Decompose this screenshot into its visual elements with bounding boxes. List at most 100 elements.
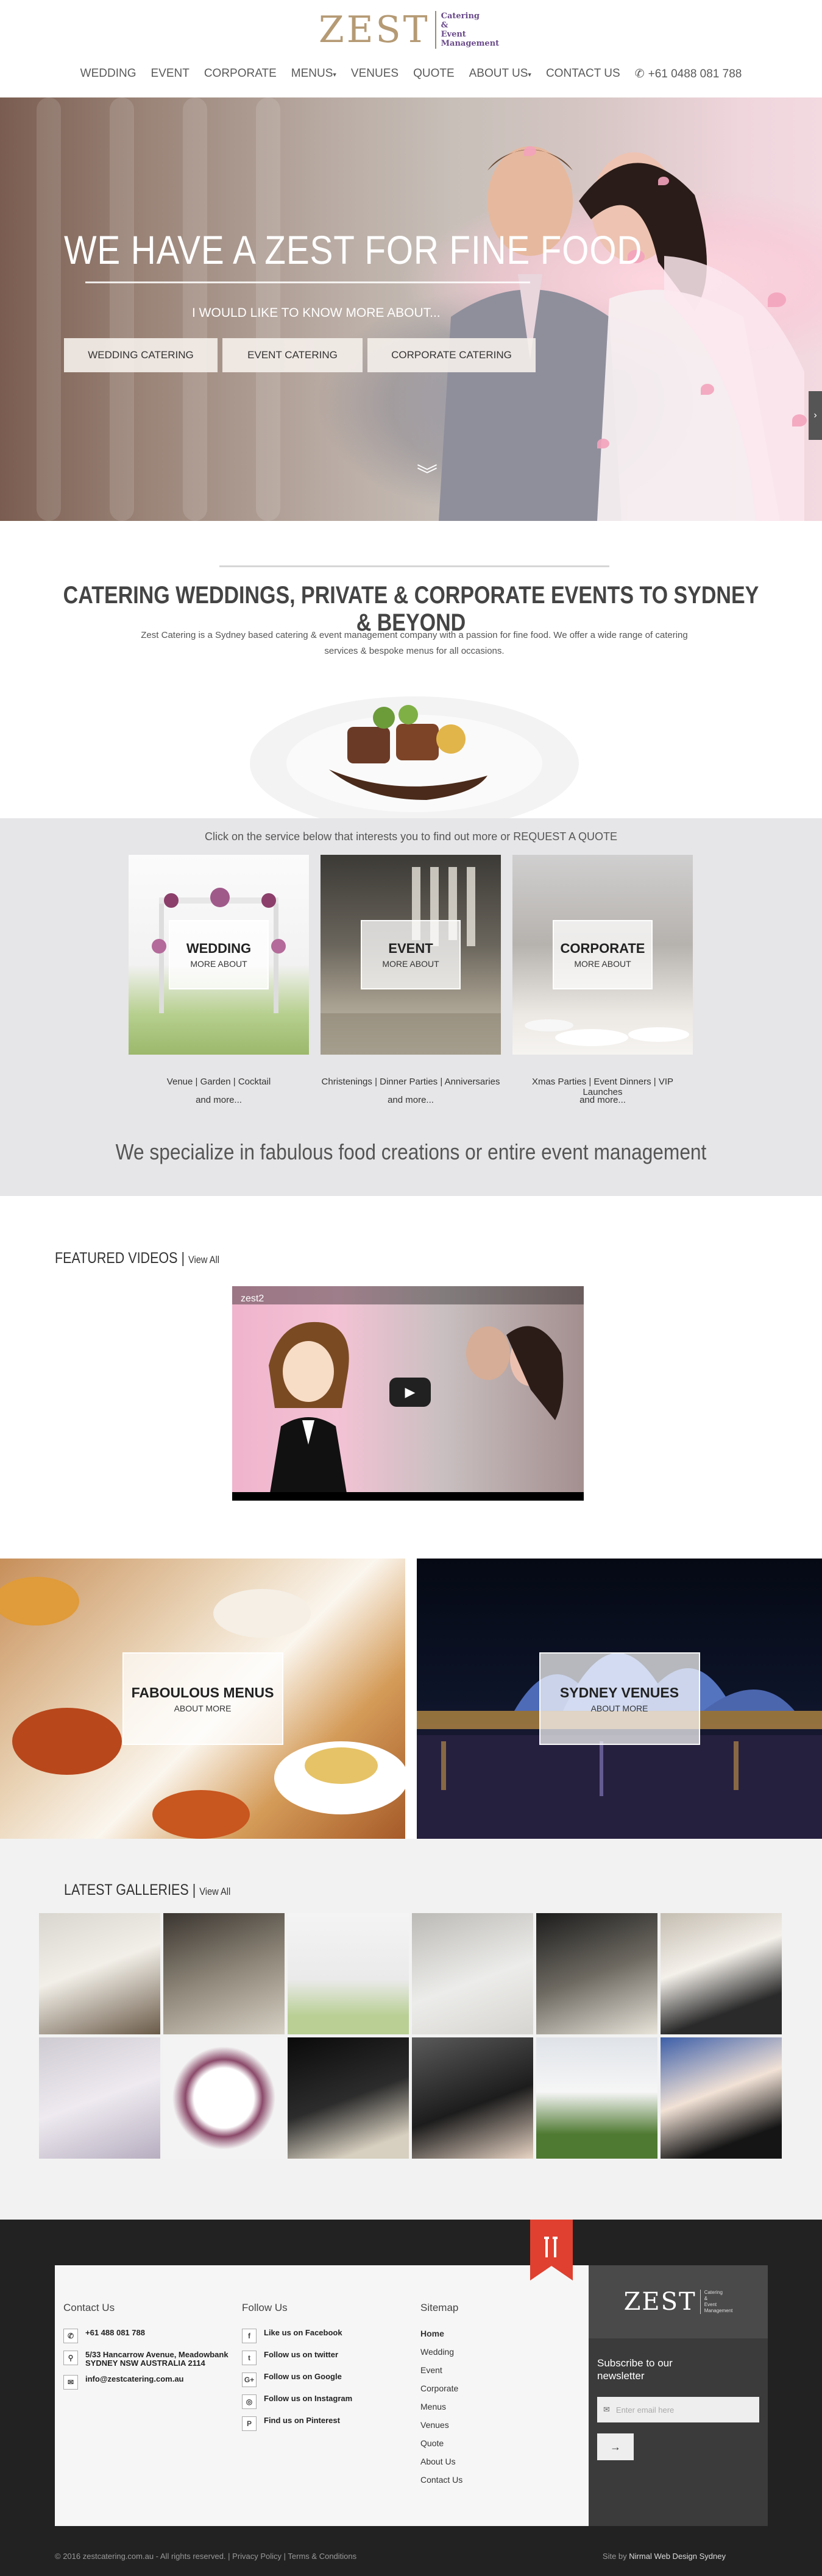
gallery-thumbnail[interactable]	[661, 1913, 782, 2034]
gallery-thumbnail[interactable]	[288, 2037, 409, 2159]
sitemap-link-wedding[interactable]: Wedding	[420, 2347, 462, 2357]
email-placeholder: Enter email here	[615, 2405, 675, 2415]
nav-item-contact[interactable]: CONTACT US	[546, 67, 620, 81]
footer-follow: Follow Us f Like us on Facebook t Follow u…	[242, 2302, 352, 2438]
subscribe-submit-button[interactable]: →	[597, 2433, 634, 2460]
card-more-link[interactable]: MORE ABOUT	[574, 959, 631, 969]
newsletter-email-input[interactable]: ✉ Enter email here	[597, 2397, 759, 2422]
phone-icon: ✆	[63, 2329, 78, 2343]
sitemap-link-quote[interactable]: Quote	[420, 2438, 462, 2448]
gallery-thumbnail[interactable]	[163, 1913, 285, 2034]
sitemap-link-menus[interactable]: Menus	[420, 2402, 462, 2411]
slider-next-icon[interactable]: ›	[809, 391, 822, 440]
logo-divider	[434, 11, 436, 49]
hero-banner: WE HAVE A ZEST FOR FINE FOOD I WOULD LIK…	[0, 97, 822, 521]
venues-tile[interactable]: SYDNEY VENUES ABOUT MORE	[417, 1559, 822, 1839]
wedding-card-and-more[interactable]: and more...	[129, 1095, 309, 1105]
card-more-link[interactable]: MORE ABOUT	[190, 959, 247, 969]
pinterest-icon: P	[242, 2416, 257, 2431]
footer-sitemap-heading: Sitemap	[420, 2302, 459, 2313]
sitemap-link-home[interactable]: Home	[420, 2329, 462, 2338]
wedding-card-tags: Venue | Garden | Cocktail	[166, 1077, 271, 1087]
follow-pinterest-link[interactable]: P Find us on Pinterest	[242, 2416, 352, 2431]
card-more-link[interactable]: MORE ABOUT	[382, 959, 439, 969]
wedding-catering-button[interactable]: WEDDING CATERING	[64, 338, 218, 372]
nav-item-corporate[interactable]: CORPORATE	[204, 67, 277, 81]
sitemap-link-venues[interactable]: Venues	[420, 2420, 462, 2430]
food-plate-image	[250, 696, 579, 818]
galleries-view-all-link[interactable]: View All	[199, 1886, 230, 1897]
gallery-thumbnail[interactable]	[536, 1913, 657, 2034]
gallery-thumbnail[interactable]	[163, 2037, 285, 2159]
footer-phone[interactable]: ✆ +61 488 081 788	[63, 2329, 229, 2343]
hero-divider	[85, 281, 530, 283]
wedding-service-card[interactable]: WEDDING MORE ABOUT	[129, 855, 309, 1055]
nav-item-wedding[interactable]: WEDDING	[80, 67, 136, 81]
nav-item-quote[interactable]: QUOTE	[413, 67, 455, 81]
petal	[524, 146, 536, 156]
menus-tile[interactable]: FABOULOUS MENUS ABOUT MORE	[0, 1559, 405, 1839]
tile-overlay: FABOULOUS MENUS ABOUT MORE	[122, 1652, 283, 1745]
corporate-catering-button[interactable]: CORPORATE CATERING	[367, 338, 536, 372]
footer-email[interactable]: ✉ info@zestcatering.com.au	[63, 2375, 229, 2390]
gallery-thumbnail[interactable]	[412, 1913, 533, 2034]
event-service-card[interactable]: EVENT MORE ABOUT	[321, 855, 501, 1055]
caret-down-icon: ▾	[333, 71, 336, 79]
footer-sitemap: Sitemap Home Wedding Event Corporate Men…	[420, 2302, 462, 2493]
event-card-tags: Christenings | Dinner Parties | Annivers…	[321, 1077, 500, 1087]
map-pin-icon: ⚲	[63, 2351, 78, 2365]
videos-view-all-link[interactable]: View All	[188, 1254, 219, 1265]
gallery-thumbnail[interactable]	[39, 1913, 160, 2034]
tile-overlay: SYDNEY VENUES ABOUT MORE	[539, 1652, 700, 1745]
footer-panel: Contact Us ✆ +61 488 081 788 ⚲ 5/33 Hancar…	[55, 2265, 589, 2526]
instagram-icon: ◎	[242, 2394, 257, 2409]
nav-item-venues[interactable]: VENUES	[351, 67, 399, 81]
event-card-and-more[interactable]: and more...	[321, 1095, 501, 1105]
nav-item-event[interactable]: EVENT	[151, 67, 189, 81]
gallery-thumbnail[interactable]	[661, 2037, 782, 2159]
logo-wordmark: ZEST	[319, 9, 430, 51]
site-header: ZEST Catering & Event Management WEDDING…	[0, 0, 822, 97]
nav-phone[interactable]: ✆ +61 0488 081 788	[635, 67, 742, 81]
tile-more-link[interactable]: ABOUT MORE	[591, 1704, 648, 1713]
tile-more-link[interactable]: ABOUT MORE	[174, 1704, 232, 1713]
gallery-thumbnail[interactable]	[412, 2037, 533, 2159]
site-logo[interactable]: ZEST Catering & Event Management	[319, 11, 499, 49]
follow-google-link[interactable]: G+ Follow us on Google	[242, 2373, 352, 2387]
corporate-card-and-more[interactable]: and more...	[512, 1095, 693, 1105]
petal	[701, 384, 714, 395]
petal	[597, 439, 609, 448]
nav-item-menus[interactable]: MENUS▾	[291, 67, 336, 81]
card-overlay: EVENT MORE ABOUT	[361, 920, 461, 989]
intro-text: Zest Catering is a Sydney based catering…	[141, 630, 688, 656]
sitemap-link-event[interactable]: Event	[420, 2365, 462, 2375]
footer-logo[interactable]: ZEST Catering & Event Management	[589, 2265, 768, 2338]
follow-instagram-link[interactable]: ◎ Follow us on Instagram	[242, 2394, 352, 2409]
services-section: Click on the service below that interest…	[0, 818, 822, 1196]
latest-galleries-section: LATEST GALLERIES | View All	[0, 1839, 822, 2220]
footer-contact: Contact Us ✆ +61 488 081 788 ⚲ 5/33 Hancar…	[63, 2302, 229, 2397]
corporate-card-tags: Xmas Parties | Event Dinners | VIP Launc…	[531, 1077, 674, 1097]
video-player[interactable]: zest2 ▶	[232, 1286, 584, 1501]
nav-item-about[interactable]: ABOUT US▾	[469, 67, 531, 81]
bookmark-ribbon-icon	[530, 2220, 573, 2281]
petal	[792, 414, 807, 426]
site-credit[interactable]: Site by Nirmal Web Design Sydney	[603, 2552, 726, 2561]
event-catering-button[interactable]: EVENT CATERING	[222, 338, 363, 372]
gallery-thumbnail[interactable]	[288, 1913, 409, 2034]
gallery-thumbnail[interactable]	[536, 2037, 657, 2159]
hero-subtitle: I WOULD LIKE TO KNOW MORE ABOUT...	[192, 306, 441, 320]
scroll-down-icon[interactable]: ︾	[417, 458, 438, 488]
follow-facebook-link[interactable]: f Like us on Facebook	[242, 2329, 352, 2343]
caret-down-icon: ▾	[528, 71, 531, 79]
corporate-service-card[interactable]: CORPORATE MORE ABOUT	[512, 855, 693, 1055]
sitemap-link-about[interactable]: About Us	[420, 2457, 462, 2466]
hero-buttons: WEDDING CATERING EVENT CATERING CORPORAT…	[64, 338, 536, 372]
featured-videos-section: FEATURED VIDEOS | View All zest2 ▶	[0, 1196, 822, 1559]
subscribe-title: Subscribe to our newsletter	[597, 2357, 673, 2382]
sitemap-link-contact[interactable]: Contact Us	[420, 2475, 462, 2485]
follow-twitter-link[interactable]: t Follow us on twitter	[242, 2351, 352, 2365]
sitemap-link-corporate[interactable]: Corporate	[420, 2383, 462, 2393]
gallery-thumbnail[interactable]	[39, 2037, 160, 2159]
play-icon[interactable]: ▶	[389, 1378, 431, 1407]
